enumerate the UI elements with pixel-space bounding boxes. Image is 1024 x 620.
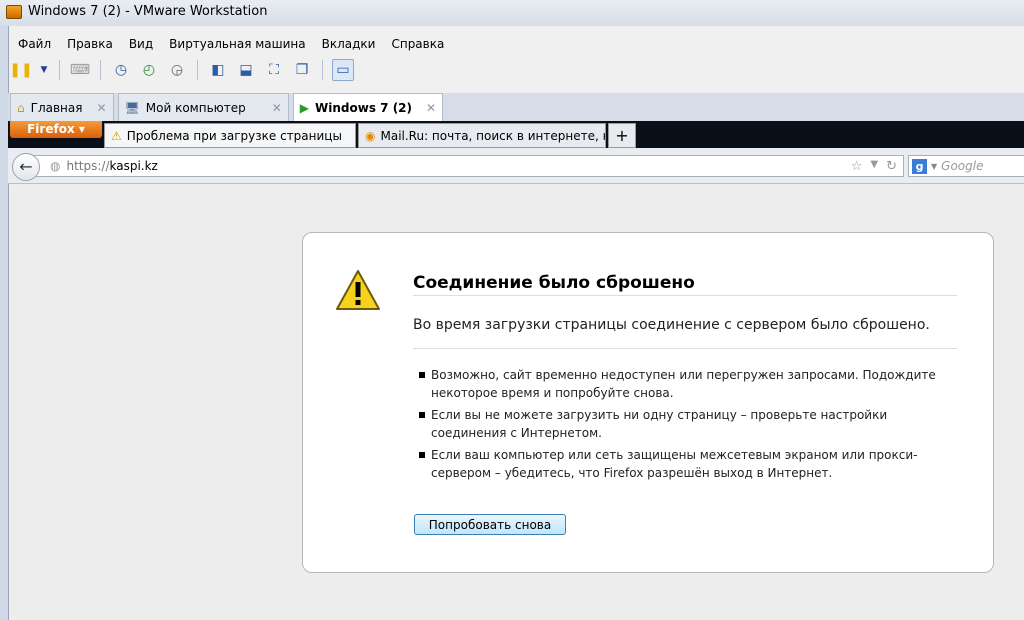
- toolbar-separator: [59, 60, 60, 80]
- globe-icon: ◍: [50, 159, 61, 173]
- list-item: Если вы не можете загрузить ни одну стра…: [419, 406, 939, 442]
- unity-icon[interactable]: ❐: [291, 59, 313, 81]
- snapshot-manager-icon[interactable]: ◶: [166, 59, 188, 81]
- close-icon[interactable]: ✕: [96, 101, 106, 115]
- list-item: Если ваш компьютер или сеть защищены меж…: [419, 446, 939, 482]
- sidebar-view-icon[interactable]: ◧: [207, 59, 229, 81]
- divider: [413, 295, 957, 296]
- firefox-tab-strip: Firefox ▾ ⚠ Проблема при загрузке страниц…: [8, 121, 1024, 148]
- toolbar-separator: [197, 60, 198, 80]
- fullscreen-icon[interactable]: ⛶: [263, 59, 285, 81]
- url-host: kaspi.kz: [109, 159, 158, 173]
- bookmark-star-icon[interactable]: ☆: [851, 159, 863, 174]
- url-protocol: https://: [66, 159, 110, 173]
- menu-help[interactable]: Справка: [383, 34, 452, 54]
- toolbar-separator: [100, 60, 101, 80]
- snapshot-icon[interactable]: ◷: [110, 59, 132, 81]
- menu-bar: Файл Правка Вид Виртуальная машина Вклад…: [10, 34, 452, 54]
- tab-my-computer[interactable]: 🖥 Мой компьютер ✕: [117, 93, 289, 121]
- menu-tabs[interactable]: Вкладки: [314, 34, 384, 54]
- menu-view[interactable]: Вид: [121, 34, 161, 54]
- url-bar[interactable]: ◍ https://kaspi.kz ☆ ▼ ↻: [34, 155, 904, 177]
- firefox-menu-button[interactable]: Firefox ▾: [10, 121, 102, 138]
- search-bar[interactable]: g ▼ Google: [908, 155, 1024, 177]
- close-icon[interactable]: ✕: [272, 101, 282, 115]
- new-tab-button[interactable]: +: [608, 123, 636, 148]
- warning-icon: [336, 270, 380, 310]
- vm-tab-bar: ⌂ Главная ✕ 🖥 Мой компьютер ✕ ▶ Windows 7 (2)…: [8, 93, 1024, 121]
- warning-icon: ⚠: [111, 128, 122, 143]
- navigation-bar: ◍ https://kaspi.kz ☆ ▼ ↻ ← g ▼ Google: [8, 148, 1024, 184]
- home-icon: ⌂: [17, 100, 25, 115]
- menu-edit[interactable]: Правка: [59, 34, 121, 54]
- back-button[interactable]: ←: [12, 153, 40, 181]
- toolbar-separator: [322, 60, 323, 80]
- google-icon: g: [912, 158, 927, 174]
- tab-label: Проблема при загрузке страницы: [126, 128, 342, 143]
- computer-icon: 🖥: [124, 100, 140, 115]
- divider: [413, 348, 957, 349]
- chevron-down-icon[interactable]: ▼: [38, 59, 50, 81]
- menu-file[interactable]: Файл: [10, 34, 59, 54]
- close-icon[interactable]: ✕: [426, 101, 436, 115]
- history-dropdown-icon[interactable]: ▼: [870, 159, 878, 174]
- window-titlebar: Windows 7 (2) - VMware Workstation: [0, 0, 1024, 26]
- error-suggestions: Возможно, сайт временно недоступен или п…: [419, 366, 939, 486]
- tab-windows7[interactable]: ▶ Windows 7 (2) ✕: [292, 93, 444, 121]
- menu-vm[interactable]: Виртуальная машина: [161, 34, 313, 54]
- window-title: Windows 7 (2) - VMware Workstation: [28, 4, 268, 19]
- browser-tab-error[interactable]: ⚠ Проблема при загрузке страницы ✕: [104, 123, 356, 148]
- search-placeholder: Google: [941, 159, 984, 173]
- tab-label: Windows 7 (2): [315, 100, 413, 115]
- send-keys-icon[interactable]: ⌨: [69, 59, 91, 81]
- error-title: Соединение было сброшено: [413, 273, 695, 293]
- vm-running-icon: ▶: [299, 100, 310, 115]
- reload-icon[interactable]: ↻: [886, 159, 897, 174]
- vmware-app-icon: [6, 5, 22, 19]
- tab-label: Главная: [30, 100, 83, 115]
- pause-icon[interactable]: ❚❚: [9, 59, 32, 81]
- retry-button[interactable]: Попробовать снова: [414, 514, 566, 535]
- console-view-icon[interactable]: ▭: [332, 59, 354, 81]
- close-icon[interactable]: ✕: [347, 129, 356, 142]
- list-item: Возможно, сайт временно недоступен или п…: [419, 366, 939, 402]
- error-panel: Соединение было сброшено Во время загруз…: [302, 232, 994, 573]
- revert-snapshot-icon[interactable]: ◴: [138, 59, 160, 81]
- browser-tab-mailru[interactable]: ◉ Mail.Ru: почта, поиск в интернете, н...…: [358, 123, 606, 148]
- thumbnail-view-icon[interactable]: ⬓: [235, 59, 257, 81]
- chevron-down-icon[interactable]: ▼: [931, 162, 937, 171]
- tab-home[interactable]: ⌂ Главная ✕: [10, 93, 114, 121]
- mailru-icon: ◉: [365, 128, 376, 143]
- tab-label: Мой компьютер: [145, 100, 246, 115]
- toolbar: ❚❚ ▼ ⌨ ◷ ◴ ◶ ◧ ⬓ ⛶ ❐ ▭: [9, 57, 354, 83]
- error-description: Во время загрузки страницы соединение с …: [413, 317, 930, 333]
- tab-label: Mail.Ru: почта, поиск в интернете, н...: [380, 128, 606, 143]
